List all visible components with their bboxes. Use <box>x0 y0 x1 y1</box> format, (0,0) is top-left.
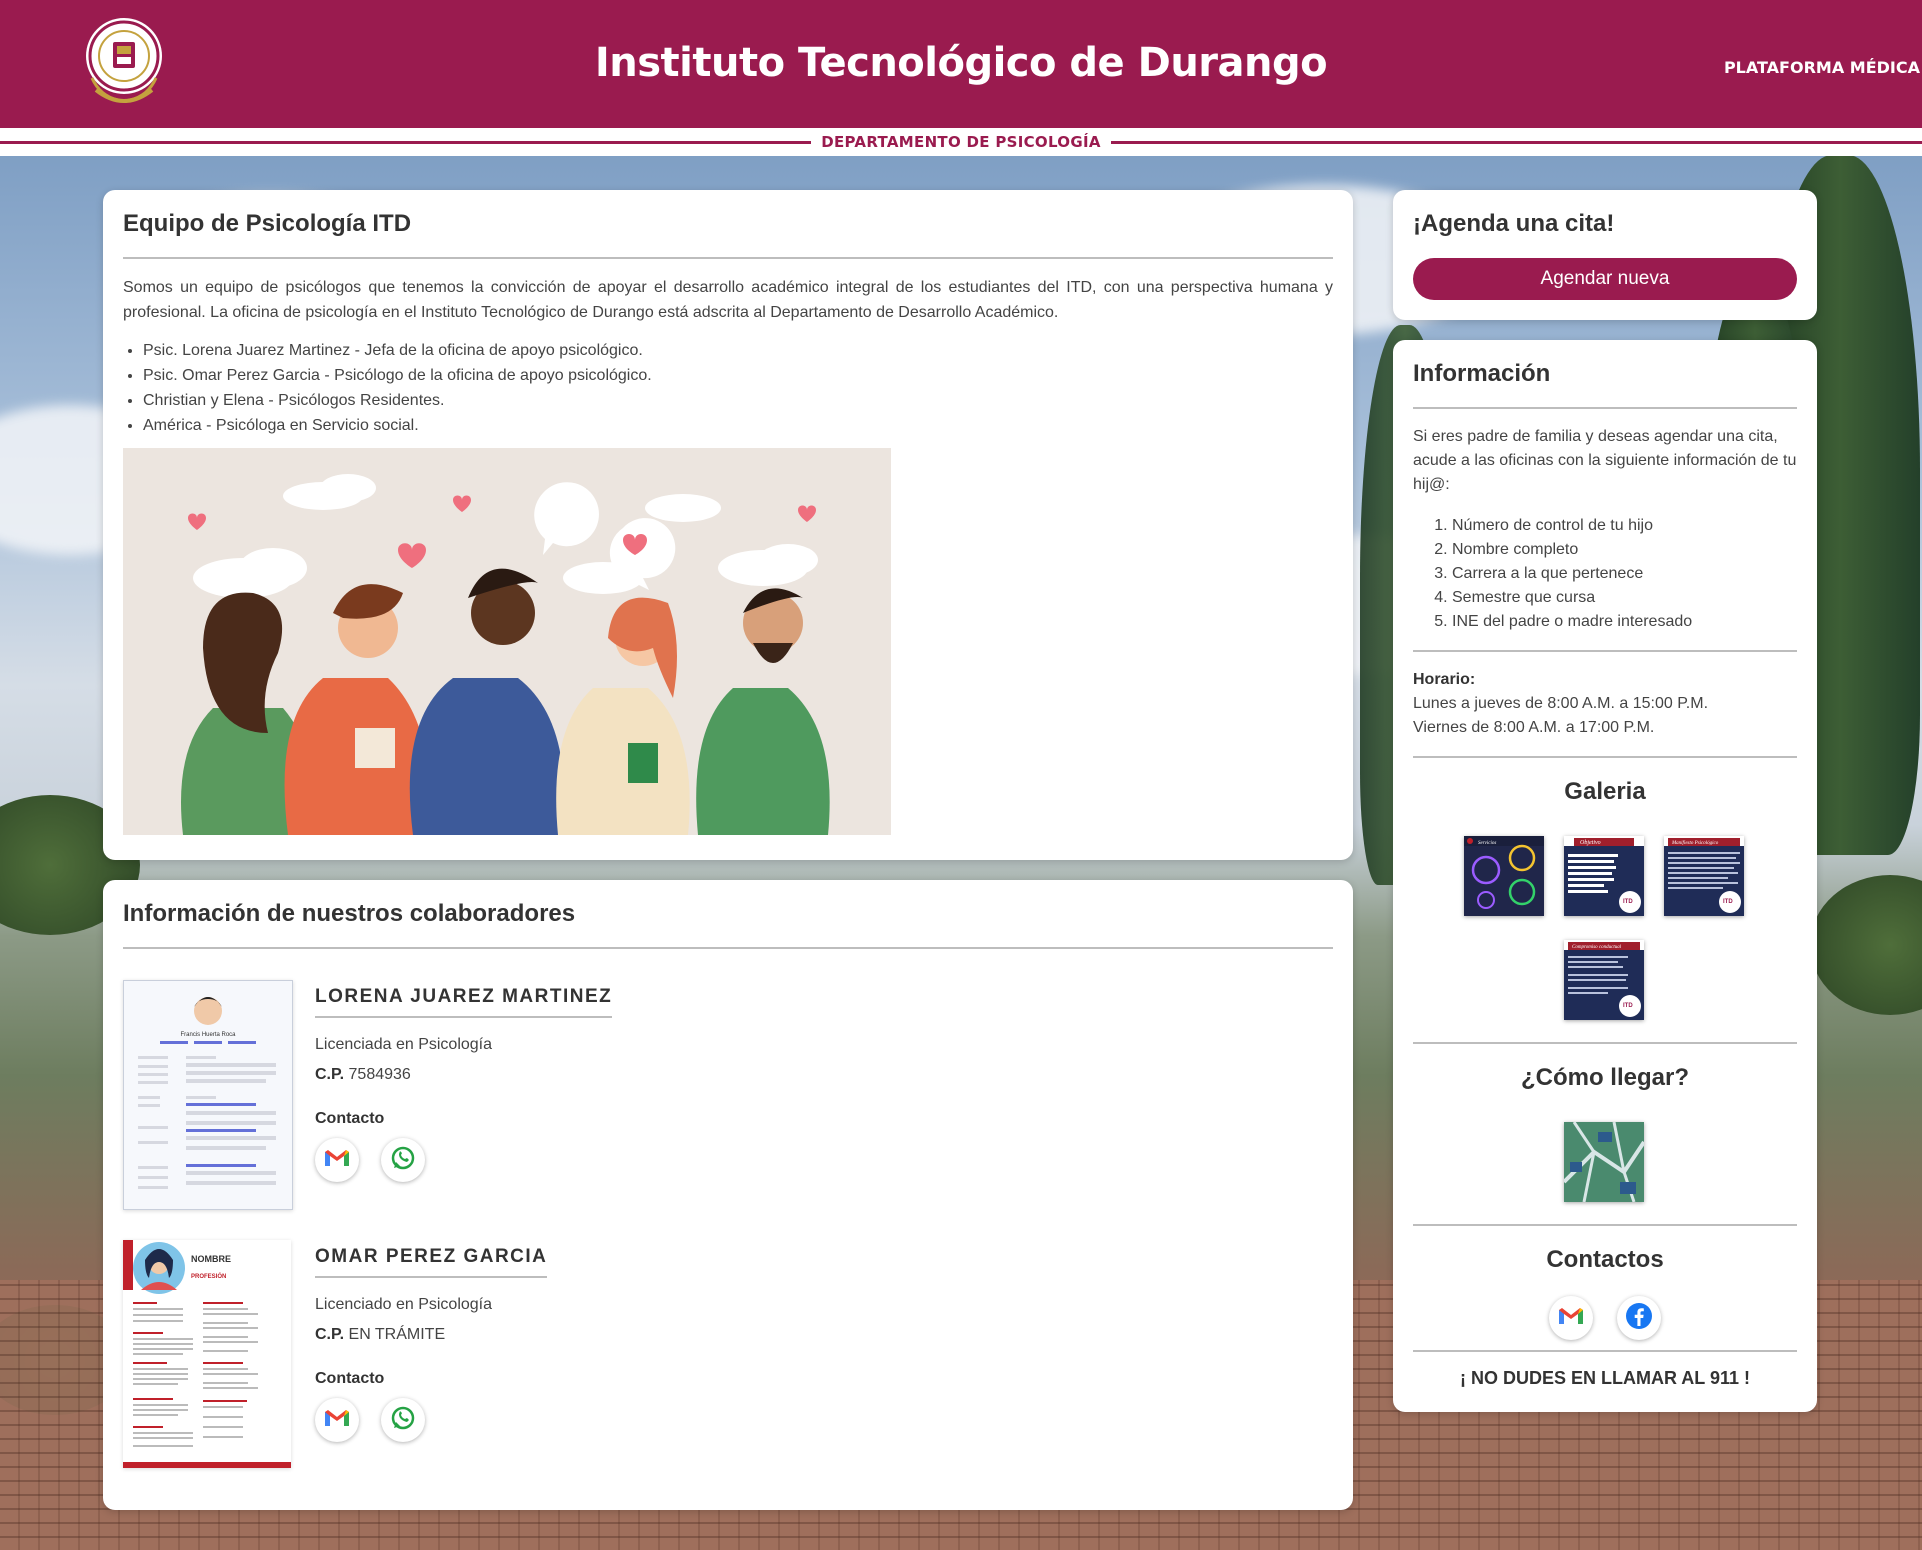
department-label: DEPARTAMENTO DE PSICOLOGÍA <box>811 133 1111 151</box>
team-intro: Somos un equipo de psicólogos que tenemo… <box>123 279 1333 321</box>
gmail-button[interactable] <box>1549 1296 1593 1340</box>
information-card: Información Si eres padre de familia y d… <box>1393 340 1817 1412</box>
gallery-caption: Objetivo <box>1580 840 1601 846</box>
department-bar: DEPARTAMENTO DE PSICOLOGÍA <box>0 128 1922 156</box>
contact-label: Contacto <box>315 1110 385 1127</box>
gallery-image[interactable]: Manifiesto Psicológico ITD <box>1664 836 1744 916</box>
team-illustration <box>123 448 891 835</box>
whatsapp-icon <box>390 1405 416 1436</box>
cv-role: PROFESIÓN <box>191 1272 226 1280</box>
information-heading: Información <box>1413 360 1551 387</box>
schedule-new-button[interactable]: Agendar nueva <box>1413 258 1797 300</box>
requirement-item: INE del padre o madre interesado <box>1452 610 1692 634</box>
collaborator-profile: NOMBRE PROFESIÓN OMAR PEREZ GARCIA Licen… <box>123 1240 923 1480</box>
divider <box>1413 1350 1797 1352</box>
gmail-icon <box>324 1408 350 1433</box>
whatsapp-button[interactable] <box>381 1138 425 1182</box>
collaborator-name: OMAR PEREZ GARCIA <box>315 1246 548 1278</box>
parents-paragraph: Si eres padre de familia y deseas agenda… <box>1413 428 1797 493</box>
facebook-icon <box>1625 1302 1653 1335</box>
cv-name: Francis Huerta Roca <box>180 1032 236 1038</box>
gallery-caption: Servicios <box>1478 841 1496 846</box>
license-number: EN TRÁMITE <box>348 1326 446 1343</box>
license-label: C.P. <box>315 1066 345 1083</box>
collaborator-license: C.P. EN TRÁMITE <box>315 1326 445 1344</box>
gallery-heading: Galeria <box>1564 778 1646 805</box>
agenda-heading: ¡Agenda una cita! <box>1413 210 1615 237</box>
team-member-list: Psic. Lorena Juarez Martinez - Jefa de l… <box>123 338 652 438</box>
emergency-notice: ¡ NO DUDES EN LLAMAR AL 911 ! <box>1459 1368 1751 1388</box>
whatsapp-button[interactable] <box>381 1398 425 1442</box>
divider <box>1413 1042 1797 1044</box>
contacts-heading: Contactos <box>1546 1246 1664 1273</box>
svg-text:ITD: ITD <box>1623 1003 1633 1009</box>
agenda-card: ¡Agenda una cita! Agendar nueva <box>1393 190 1817 320</box>
collaborator-license: C.P. 7584936 <box>315 1066 411 1084</box>
cv-thumbnail[interactable]: NOMBRE PROFESIÓN <box>123 1240 291 1468</box>
contact-label: Contacto <box>315 1370 385 1387</box>
collaborator-profile: Francis Huerta Roca LORENA JUAREZ MARTIN… <box>123 980 923 1220</box>
team-member: Psic. Lorena Juarez Martinez - Jefa de l… <box>143 338 652 363</box>
divider <box>1413 650 1797 652</box>
site-title: Instituto Tecnológico de Durango <box>594 40 1328 86</box>
schedule-line: Viernes de 8:00 A.M. a 17:00 P.M. <box>1413 719 1655 736</box>
requirement-item: Carrera a la que pertenece <box>1452 562 1692 586</box>
gmail-button[interactable] <box>315 1398 359 1442</box>
gallery-image[interactable]: Compromiso conductual ITD <box>1564 940 1644 1020</box>
gmail-icon <box>1558 1306 1584 1331</box>
requirement-item: Nombre completo <box>1452 538 1692 562</box>
svg-text:ITD: ITD <box>1623 899 1633 905</box>
team-member: Psic. Omar Perez Garcia - Psicólogo de l… <box>143 363 652 388</box>
requirement-item: Semestre que cursa <box>1452 586 1692 610</box>
collaborators-card: Información de nuestros colaboradores Fr… <box>103 880 1353 1510</box>
divider <box>1413 407 1797 409</box>
collaborator-name: LORENA JUAREZ MARTINEZ <box>315 986 613 1018</box>
team-heading: Equipo de Psicología ITD <box>123 210 412 237</box>
requirements-list: Número de control de tu hijo Nombre comp… <box>1413 514 1692 634</box>
platform-link[interactable]: PLATAFORMA MÉDICA <box>1724 58 1920 77</box>
license-number: 7584936 <box>348 1066 411 1083</box>
cv-name: NOMBRE <box>191 1254 231 1264</box>
divider <box>123 257 1333 259</box>
schedule-line: Lunes a jueves de 8:00 A.M. a 15:00 P.M. <box>1413 695 1709 712</box>
gmail-button[interactable] <box>315 1138 359 1182</box>
whatsapp-icon <box>390 1145 416 1176</box>
collaborators-heading: Información de nuestros colaboradores <box>123 900 576 927</box>
facebook-button[interactable] <box>1617 1296 1661 1340</box>
collaborator-degree: Licenciada en Psicología <box>315 1036 493 1053</box>
gallery-caption: Manifiesto Psicológico <box>1671 841 1719 846</box>
team-member: América - Psicóloga en Servicio social. <box>143 413 652 438</box>
gmail-icon <box>324 1148 350 1173</box>
schedule: Horario: Lunes a jueves de 8:00 A.M. a 1… <box>1413 668 1797 740</box>
directions-heading: ¿Cómo llegar? <box>1520 1064 1689 1091</box>
requirement-item: Número de control de tu hijo <box>1452 514 1692 538</box>
site-header: Instituto Tecnológico de Durango PLATAFO… <box>0 0 1922 128</box>
team-member: Christian y Elena - Psicólogos Residente… <box>143 388 652 413</box>
gallery-caption: Compromiso conductual <box>1572 945 1622 950</box>
collaborator-degree: Licenciado en Psicología <box>315 1296 493 1313</box>
schedule-label: Horario: <box>1413 671 1476 688</box>
divider <box>123 947 1333 949</box>
svg-text:ITD: ITD <box>1723 899 1733 905</box>
cv-thumbnail[interactable]: Francis Huerta Roca <box>123 980 293 1210</box>
license-label: C.P. <box>315 1326 345 1343</box>
divider <box>1413 1224 1797 1226</box>
map-thumbnail[interactable] <box>1564 1122 1644 1202</box>
divider <box>1413 756 1797 758</box>
gallery-image[interactable]: Servicios <box>1464 836 1544 916</box>
team-card: Equipo de Psicología ITD Somos un equipo… <box>103 190 1353 860</box>
gallery-image[interactable]: Objetivo ITD <box>1564 836 1644 916</box>
